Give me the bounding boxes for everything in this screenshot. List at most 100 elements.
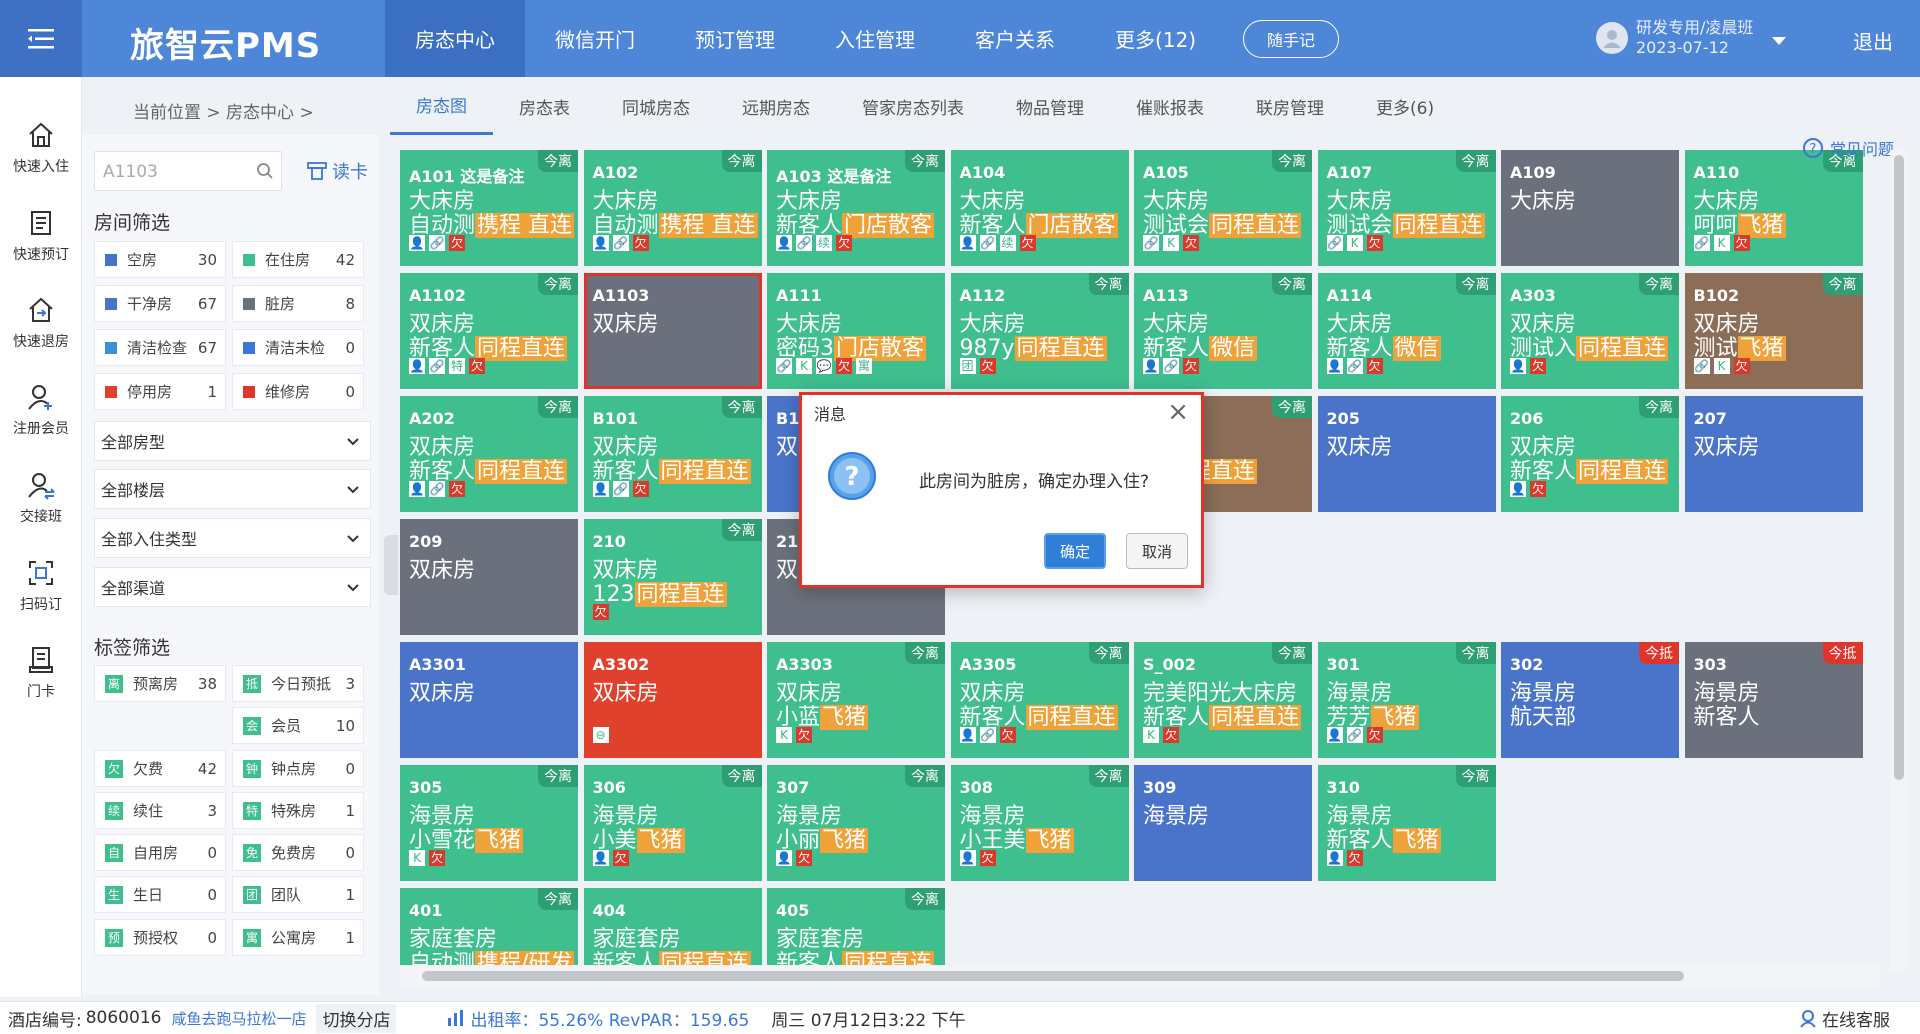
scroll-thumb[interactable] — [1894, 155, 1904, 780]
room-card[interactable]: 309 海景房 — [1134, 765, 1312, 881]
tag-filter-item[interactable]: 免免费房 0 — [232, 834, 364, 871]
caret-down-icon[interactable] — [1772, 37, 1786, 45]
read-card-button[interactable]: 读卡 — [306, 158, 368, 184]
nav-checkin[interactable]: 入住管理 — [805, 0, 945, 77]
faq-link[interactable]: ? 常见问题 — [1802, 136, 1894, 160]
tab-room-map[interactable]: 房态图 — [390, 77, 493, 135]
room-card[interactable]: A109 大床房 — [1501, 150, 1679, 266]
status-filter-item[interactable]: 维修房 0 — [232, 373, 364, 410]
room-card[interactable]: 今离 A112 大床房 987y同程直连团欠 — [950, 273, 1129, 389]
tag-filter-item[interactable]: 欠欠费 42 — [94, 750, 226, 787]
online-service-button[interactable]: 在线客服 — [1798, 1006, 1890, 1031]
room-card[interactable]: 今离 A1102 双床房 新客人同程直连 👤 🔗 特欠 — [400, 273, 578, 389]
room-card[interactable]: 今离 301 海景房 芳芳飞猪 👤 🔗 欠 — [1317, 642, 1496, 758]
tab-future-status[interactable]: 远期房态 — [716, 77, 836, 135]
tag-filter-item[interactable]: 生生日 0 — [94, 876, 226, 913]
room-card[interactable]: A1103 双床房 — [583, 273, 762, 389]
status-filter-item[interactable]: 在住房 42 — [232, 241, 364, 278]
tab-more[interactable]: 更多(6) — [1350, 77, 1460, 135]
room-card[interactable]: 今离 305 海景房 小雪花飞猪 K 欠 — [400, 765, 578, 881]
room-card[interactable]: 今抵 302 海景房 航天部 — [1501, 642, 1679, 758]
room-card[interactable]: 404 家庭套房 新客人同程直连 — [583, 888, 762, 965]
room-card[interactable]: 今离 308 海景房 小王美飞猪 👤 欠 — [950, 765, 1129, 881]
rail-quick-checkin[interactable]: 快速入住 — [0, 120, 82, 176]
room-card[interactable]: 今离 A114 大床房 新客人微信 👤 🔗 欠 — [1317, 273, 1496, 389]
room-card[interactable]: 今离 A107 大床房 测试会同程直连 🔗 K 欠 — [1317, 150, 1496, 266]
room-card[interactable]: A111 大床房 密码3门店散客 🔗 K 💬 欠寓 — [767, 273, 945, 389]
room-card[interactable]: 今离 A102 大床房 自动测携程 直连 👤 🔗 欠 — [583, 150, 762, 266]
switch-branch-button[interactable]: 切换分店 — [316, 1003, 397, 1033]
status-filter-item[interactable]: 干净房 67 — [94, 285, 226, 322]
tag-filter-item[interactable]: 寓公寓房 1 — [232, 919, 364, 956]
tab-dunning-report[interactable]: 催账报表 — [1110, 77, 1230, 135]
room-card[interactable]: 205 双床房 — [1317, 396, 1496, 512]
tag-filter-item[interactable]: 续续住 3 — [94, 792, 226, 829]
tab-linked-rooms[interactable]: 联房管理 — [1230, 77, 1350, 135]
tag-filter-item[interactable]: 会会员 10 — [232, 707, 364, 744]
tag-filter-item[interactable]: 预预授权 0 — [94, 919, 226, 956]
room-card[interactable]: 今离 A202 双床房 新客人同程直连 👤 🔗 欠 — [400, 396, 578, 512]
room-card[interactable]: 今离 A105 大床房 测试会同程直连 🔗 K 欠 — [1134, 150, 1312, 266]
room-card[interactable]: 今离 A3303 双床房 小蓝飞猪 K 欠 — [767, 642, 945, 758]
rail-quick-checkout[interactable]: 快速退房 — [0, 295, 82, 351]
status-filter-item[interactable]: 停用房 1 — [94, 373, 226, 410]
room-card[interactable]: 今离 307 海景房 小丽飞猪 👤 欠 — [767, 765, 945, 881]
room-card[interactable]: 今离 A303 双床房 测试入同程直连 👤 欠 — [1501, 273, 1679, 389]
tab-housekeeping-list[interactable]: 管家房态列表 — [836, 77, 990, 135]
collapse-panel-handle[interactable] — [384, 535, 398, 595]
tag-filter-item[interactable]: 钟钟点房 0 — [232, 750, 364, 787]
horizontal-scrollbar[interactable] — [400, 966, 1880, 986]
tag-filter-item[interactable]: 抵今日预抵 3 — [232, 665, 364, 702]
confirm-button[interactable]: 确定 — [1044, 533, 1106, 569]
room-card[interactable]: 今离 A110 大床房 呵呵飞猪 🔗 K 欠 — [1684, 150, 1863, 266]
cancel-button[interactable]: 取消 — [1126, 533, 1188, 569]
room-card[interactable]: 今离 306 海景房 小美飞猪 👤 欠 — [583, 765, 762, 881]
room-card[interactable]: 今离 405 家庭套房 新客人同程直连 — [767, 888, 945, 965]
rail-quick-booking[interactable]: 快速预订 — [0, 208, 82, 264]
rail-door-card[interactable]: 门卡 — [0, 645, 82, 701]
room-card[interactable]: A3302 双床房 ⊖ — [583, 642, 762, 758]
room-card[interactable]: 今离 A3305 双床房 新客人同程直连 👤 🔗 欠 — [950, 642, 1129, 758]
nav-crm[interactable]: 客户关系 — [945, 0, 1085, 77]
room-card[interactable]: A104 大床房 新客人门店散客 👤 🔗 续欠 — [950, 150, 1129, 266]
scroll-thumb[interactable] — [422, 971, 1684, 981]
room-card[interactable]: 今离 401 家庭套房 自动测携程/研发 — [400, 888, 578, 965]
vertical-scrollbar[interactable] — [1890, 150, 1908, 970]
search-icon[interactable] — [256, 162, 274, 180]
menu-toggle-button[interactable] — [0, 0, 82, 77]
status-filter-item[interactable]: 空房 30 — [94, 241, 226, 278]
floor-select[interactable]: 全部楼层 — [94, 469, 371, 509]
logout-button[interactable]: 退出 — [1853, 26, 1893, 55]
nav-more[interactable]: 更多(12) — [1085, 0, 1226, 77]
quick-note-button[interactable]: 随手记 — [1243, 20, 1339, 58]
nav-wechat-door[interactable]: 微信开门 — [525, 0, 665, 77]
room-card[interactable]: 今离 B101 双床房 新客人同程直连 👤 🔗 欠 — [583, 396, 762, 512]
room-card[interactable]: 今离 206 双床房 新客人同程直连 👤 欠 — [1501, 396, 1679, 512]
room-card[interactable]: 今离 B102 双床房 测试飞猪 🔗 K 欠 — [1684, 273, 1863, 389]
room-card[interactable]: 207 双床房 — [1684, 396, 1863, 512]
channel-select[interactable]: 全部渠道 — [94, 567, 371, 607]
tab-room-table[interactable]: 房态表 — [493, 77, 596, 135]
room-type-select[interactable]: 全部房型 — [94, 421, 371, 461]
room-search-input[interactable]: A1103 — [94, 151, 282, 191]
nav-room-center[interactable]: 房态中心 — [385, 0, 525, 77]
status-filter-item[interactable]: 脏房 8 — [232, 285, 364, 322]
user-menu[interactable]: 研发专用/凌晨班 2023-07-12 — [1596, 18, 1753, 58]
room-card[interactable]: 今抵 303 海景房 新客人 — [1684, 642, 1863, 758]
room-card[interactable]: 209 双床房 — [400, 519, 578, 635]
room-card[interactable]: 今离 A101 这是备注 大床房 自动测携程 直连 👤 🔗 欠 — [400, 150, 578, 266]
room-card[interactable]: 今离 310 海景房 新客人飞猪 👤 欠 — [1317, 765, 1496, 881]
tag-filter-item[interactable]: 自自用房 0 — [94, 834, 226, 871]
close-icon[interactable]: × — [1167, 397, 1189, 427]
rail-register-member[interactable]: 注册会员 — [0, 382, 82, 438]
tag-filter-item[interactable]: 团团队 1 — [232, 876, 364, 913]
tab-items[interactable]: 物品管理 — [990, 77, 1110, 135]
rail-shift-handover[interactable]: 交接班 — [0, 470, 82, 526]
tag-filter-item[interactable]: 特特殊房 1 — [232, 792, 364, 829]
tag-filter-item[interactable]: 离预离房 38 — [94, 665, 226, 702]
checkin-type-select[interactable]: 全部入住类型 — [94, 518, 371, 558]
status-filter-item[interactable]: 清洁未检 0 — [232, 329, 364, 366]
nav-booking[interactable]: 预订管理 — [665, 0, 805, 77]
room-card[interactable]: 今离 A103 这是备注 大床房 新客人门店散客 👤 🔗 续欠 — [767, 150, 945, 266]
room-card[interactable]: 今离 210 双床房 123同程直连欠 — [583, 519, 762, 635]
